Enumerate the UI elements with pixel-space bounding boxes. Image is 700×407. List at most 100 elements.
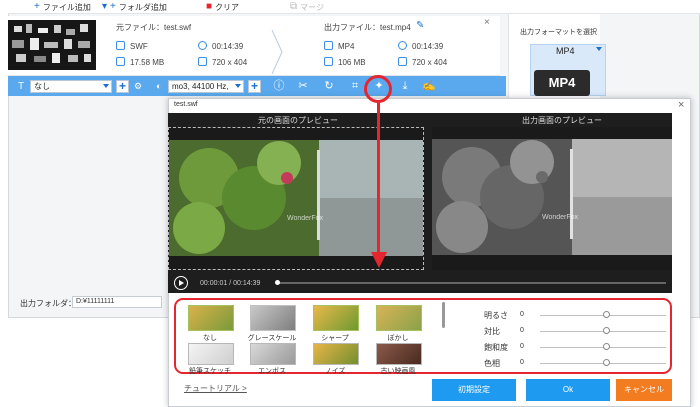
caret-down-icon	[596, 47, 602, 51]
source-format: SWF	[130, 42, 148, 51]
add-folder-button[interactable]: ▾ + フォルダ追加	[102, 1, 167, 13]
crop-icon[interactable]: ⌗	[348, 79, 362, 93]
output-resolution: 720 x 404	[412, 58, 448, 67]
filter-label: グレースケール	[247, 335, 297, 342]
filter-label: 鉛筆スケッチ	[189, 368, 231, 375]
reset-button[interactable]: 初期設定	[432, 379, 516, 401]
output-preview: WonderFox	[432, 127, 672, 270]
original-preview: WonderFox	[168, 127, 424, 270]
saturation-value: 0	[520, 343, 524, 350]
file-size-icon	[116, 57, 125, 66]
highlight-arrow-head	[371, 252, 387, 268]
filter-thumb-noise[interactable]	[313, 343, 359, 365]
original-preview-label: 元の画面のプレビュー	[258, 116, 338, 125]
subtitle-dropdown[interactable]: なし	[30, 80, 112, 93]
resolution-icon	[198, 57, 207, 66]
contrast-label: 対比	[484, 327, 500, 336]
audio-icon: ◐	[156, 81, 162, 91]
output-format: MP4	[338, 42, 355, 51]
filters-scrollbar[interactable]	[442, 302, 445, 328]
filter-thumb-none[interactable]	[188, 305, 234, 331]
filter-thumb-grayscale[interactable]	[250, 305, 296, 331]
add-file-button[interactable]: + ファイル追加	[34, 1, 91, 13]
merge-button[interactable]: ⧉ マージ	[290, 1, 324, 13]
brightness-handle[interactable]	[603, 311, 610, 318]
add-subtitle-button[interactable]: +	[116, 80, 129, 93]
highlight-circle	[364, 75, 392, 103]
watermark-text: WonderFox	[287, 215, 324, 222]
contrast-value: 0	[520, 327, 524, 334]
seek-handle[interactable]	[275, 280, 280, 285]
timecode: 00:00:01 / 00:14:39	[200, 280, 261, 287]
audio-dropdown[interactable]: mo3, 44100 Hz,	[168, 80, 244, 93]
add-audio-button[interactable]: +	[248, 80, 261, 93]
filter-label: 古い映画風	[380, 368, 416, 375]
source-label: 元ファイル：test.swf	[116, 23, 192, 32]
play-button[interactable]	[174, 276, 188, 290]
selected-format: MP4	[556, 46, 575, 56]
dialog-close-icon[interactable]: ×	[678, 99, 684, 111]
original-preview-image: WonderFox	[169, 128, 423, 269]
seek-bar[interactable]	[276, 282, 666, 284]
filter-thumb-pencil-sketch[interactable]	[188, 343, 234, 365]
filter-thumb-emboss[interactable]	[250, 343, 296, 365]
subtitle-icon: T	[18, 81, 25, 92]
file-size-icon	[324, 57, 333, 66]
arrow-divider-icon	[271, 30, 283, 74]
output-file-name: test.mp4	[380, 23, 411, 32]
merge-icon: ⧉	[290, 1, 298, 12]
clock-icon	[198, 41, 207, 50]
subtitle-settings-icon[interactable]: ⚙	[134, 81, 142, 92]
watermark-icon[interactable]: ⤓	[398, 79, 412, 93]
output-duration: 00:14:39	[412, 42, 444, 51]
brightness-value: 0	[520, 311, 524, 318]
hue-value: 0	[520, 359, 524, 366]
ok-button[interactable]: Ok	[526, 379, 610, 401]
filter-label: ぼかし	[387, 335, 409, 342]
clear-button[interactable]: ■ クリア	[206, 1, 239, 13]
edit-icon[interactable]: ✍	[422, 79, 436, 93]
close-icon[interactable]: ×	[484, 17, 490, 28]
cancel-button[interactable]: キャンセル	[616, 379, 672, 401]
caret-down-icon: ▾	[102, 1, 108, 12]
source-size: 17.58 MB	[130, 58, 165, 67]
cut-icon[interactable]: ✂	[296, 79, 310, 93]
tutorial-link[interactable]: チュートリアル >	[184, 383, 247, 394]
watermark-text: WonderFox	[542, 214, 579, 221]
filter-thumb-blur[interactable]	[376, 305, 422, 331]
output-folder-label: 出力フォルダ：	[20, 299, 76, 308]
plus-icon: +	[110, 1, 116, 12]
rotate-icon[interactable]: ↻	[322, 79, 336, 93]
thumbnail-image	[8, 20, 96, 70]
brightness-label: 明るさ	[484, 311, 508, 320]
mp4-format-icon: MP4	[534, 70, 590, 96]
resolution-icon	[398, 57, 407, 66]
filter-thumb-sharpen[interactable]	[313, 305, 359, 331]
info-icon[interactable]: ⓘ	[272, 79, 286, 93]
filter-label: ノイズ	[324, 368, 346, 375]
format-panel-title: 出力フォーマットを選択	[520, 29, 597, 36]
filter-label: シャープ	[321, 335, 349, 342]
highlight-arrow	[377, 103, 380, 253]
hue-handle[interactable]	[603, 359, 610, 366]
output-preview-image: WonderFox	[432, 127, 672, 270]
saturation-handle[interactable]	[603, 343, 610, 350]
output-folder-input[interactable]: D:¥11111111	[72, 296, 162, 308]
toolbar: + ファイル追加 ▾ + フォルダ追加 ■ クリア ⧉ マージ	[8, 0, 700, 14]
saturation-label: 飽和度	[484, 343, 508, 352]
filter-thumb-old-film[interactable]	[376, 343, 422, 365]
format-icon	[324, 41, 333, 50]
caret-down-icon	[235, 84, 241, 88]
dialog-title: test.swf	[174, 101, 198, 108]
clock-icon	[398, 41, 407, 50]
contrast-handle[interactable]	[603, 327, 610, 334]
hue-label: 色相	[484, 359, 500, 368]
plus-icon: +	[34, 1, 40, 12]
filter-label: なし	[203, 335, 217, 342]
source-resolution: 720 x 404	[212, 58, 248, 67]
edit-pencil-icon[interactable]: ✎	[416, 20, 424, 31]
output-label: 出力ファイル：test.mp4	[324, 23, 411, 32]
output-size: 106 MB	[338, 58, 366, 67]
source-file-name: test.swf	[164, 23, 192, 32]
caret-down-icon	[103, 84, 109, 88]
